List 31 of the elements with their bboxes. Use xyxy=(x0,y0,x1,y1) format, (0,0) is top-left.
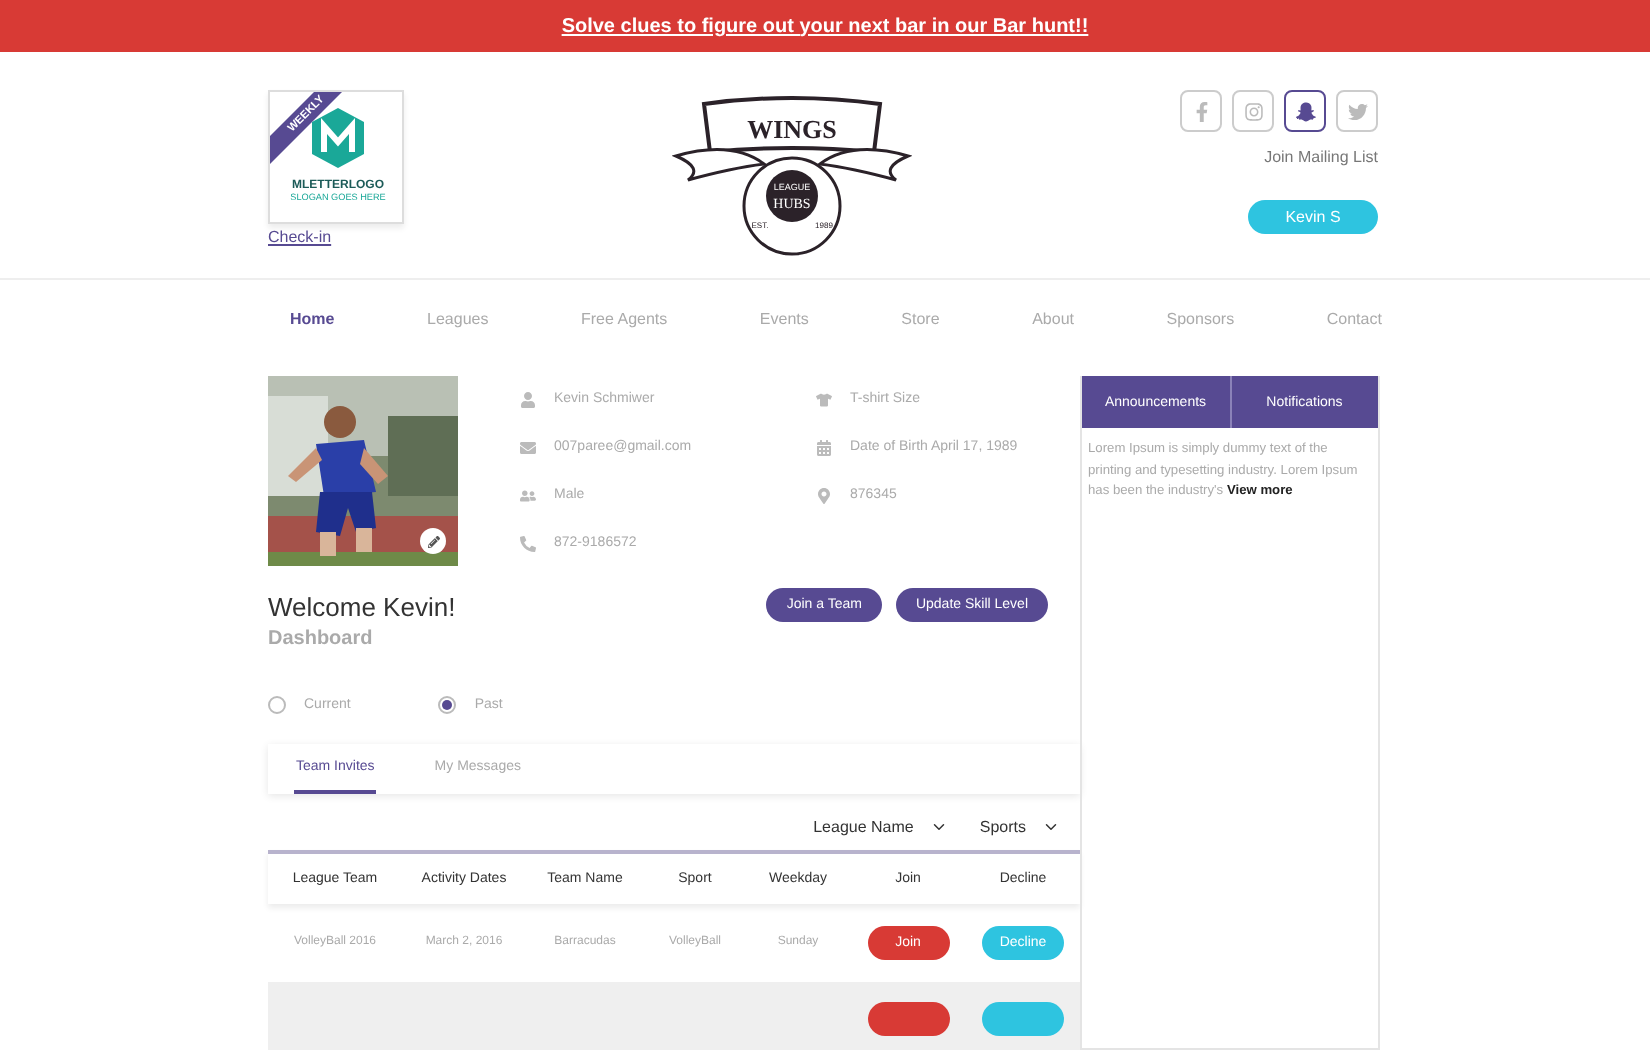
radio-button[interactable] xyxy=(438,696,457,715)
snapchat-icon[interactable] xyxy=(1284,90,1326,132)
filter-dropdown[interactable]: Sports xyxy=(979,817,1060,836)
people-icon xyxy=(520,487,536,503)
nav-link[interactable]: Sponsors xyxy=(1166,310,1235,328)
nav-link[interactable]: Leagues xyxy=(427,310,489,328)
check-in-link[interactable]: Check-in xyxy=(268,228,332,246)
nav-link[interactable]: Contact xyxy=(1326,310,1382,328)
nav-link[interactable]: Free Agents xyxy=(581,310,668,328)
filter-dropdown[interactable]: League Name xyxy=(813,817,948,836)
instagram-icon[interactable] xyxy=(1232,90,1274,132)
envelope-icon xyxy=(520,439,536,455)
facebook-icon[interactable] xyxy=(1180,90,1222,132)
calendar-icon xyxy=(816,439,832,455)
join-button[interactable] xyxy=(867,1001,949,1036)
welcome-heading: Welcome Kevin! xyxy=(268,592,456,622)
user-icon xyxy=(520,391,536,407)
twitter-icon[interactable] xyxy=(1336,90,1378,132)
promo-link[interactable]: Solve clues to figure out your next bar in our Bar hunt!! xyxy=(561,15,1089,37)
location-pin-icon xyxy=(816,487,832,503)
radio-button[interactable] xyxy=(268,696,286,715)
dashboard-subtitle: Dashboard xyxy=(268,628,375,650)
nav-link[interactable]: Home xyxy=(290,310,335,328)
nav-link[interactable]: About xyxy=(1032,310,1074,328)
nav-link[interactable]: Events xyxy=(759,310,809,328)
logo-title: WINGS xyxy=(747,114,837,144)
tshirt-icon xyxy=(816,391,832,407)
phone-icon xyxy=(520,535,536,551)
decline-button[interactable] xyxy=(982,1001,1064,1036)
mailing-list-link[interactable]: Join Mailing List xyxy=(1264,148,1378,166)
nav-link[interactable]: Store xyxy=(901,310,940,328)
